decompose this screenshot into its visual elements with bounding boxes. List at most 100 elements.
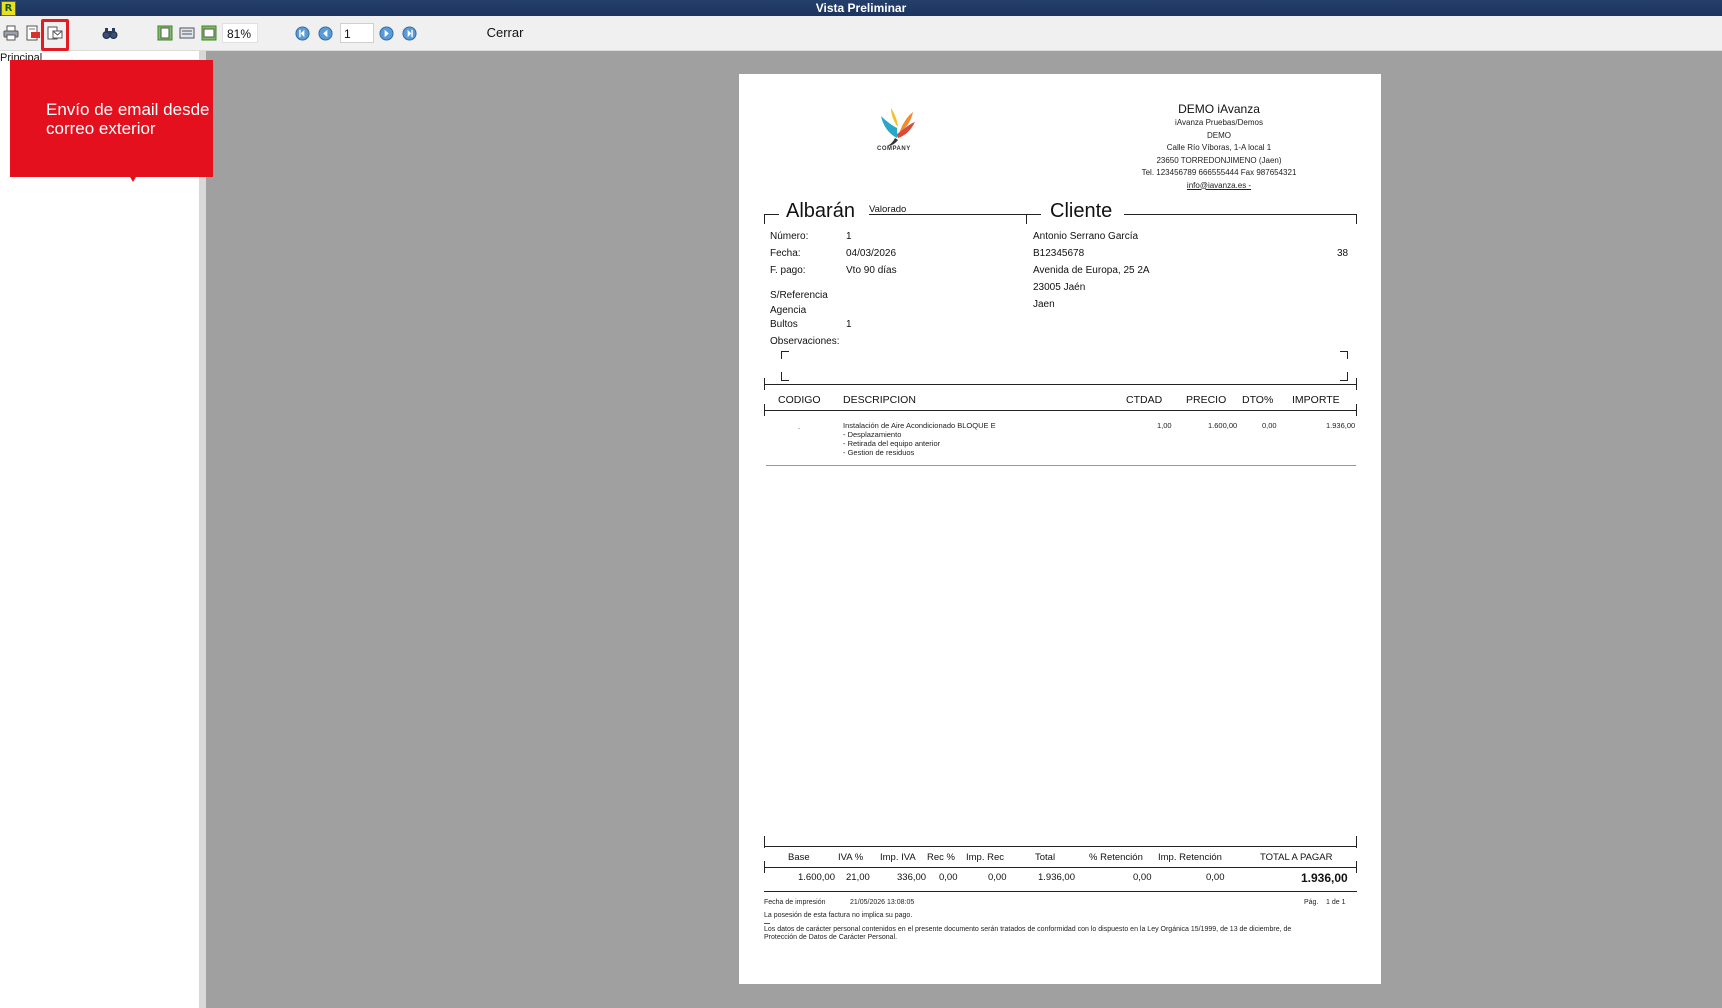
company-email[interactable]: info@iavanza.es - <box>1069 180 1369 193</box>
tot-imprec-header: Imp. Rec <box>966 852 1005 863</box>
last-page-icon[interactable] <box>401 24 417 42</box>
company-line-4: 23650 TORREDONJIMENO (Jaen) <box>1156 155 1282 165</box>
table-top-line <box>764 384 1357 385</box>
previous-page-icon[interactable] <box>317 24 333 42</box>
col-precio: PRECIO <box>1186 394 1227 406</box>
tot-iva-header: IVA % <box>838 852 864 863</box>
logo-text: COMPANY <box>877 146 911 152</box>
numero-value: 1 <box>846 231 852 242</box>
tot-total-header: Total <box>1035 852 1056 863</box>
obs-corner-bl <box>781 380 789 381</box>
tot-base-value: 1.600,00 <box>798 872 835 883</box>
row-separator <box>766 465 1356 466</box>
cliente-frame-corner <box>1026 214 1027 224</box>
row-desc-line-4: - Gestion de residuos <box>843 448 915 457</box>
document-page: COMPANY DEMO iAvanza iAvanza Pruebas/Dem… <box>739 74 1381 984</box>
row-codigo: . <box>798 422 801 431</box>
totals-header-left-tick <box>764 861 765 873</box>
obs-corner-tl <box>781 351 789 352</box>
zoom-field[interactable]: 81% <box>222 23 258 43</box>
table-header-right-tick <box>1356 404 1357 416</box>
print-date-label: Fecha de impresión <box>764 899 826 906</box>
company-block: DEMO iAvanza iAvanza Pruebas/Demos DEMO … <box>1069 102 1369 192</box>
page-width-icon[interactable] <box>200 24 218 42</box>
row-descripcion: Instalación de Aire Acondicionado BLOQUE… <box>843 421 996 457</box>
email-button-highlight <box>41 19 69 51</box>
tot-rec-header: Rec % <box>927 852 955 863</box>
cliente-address: Avenida de Europa, 25 2A <box>1033 265 1150 276</box>
footer-note-2a: Los datos de carácter personal contenido… <box>764 926 1292 933</box>
page-count: 1 de 1 <box>1326 899 1346 906</box>
tot-ret-value: 0,00 <box>1133 872 1152 883</box>
row-desc-line-2: - Desplazamiento <box>843 430 902 439</box>
close-button[interactable]: Cerrar <box>482 22 528 44</box>
tot-pagar-header: TOTAL A PAGAR <box>1260 852 1333 863</box>
totals-top-left-tick <box>764 836 765 848</box>
row-importe: 1.936,00 <box>1326 421 1356 430</box>
two-page-icon[interactable] <box>178 24 196 42</box>
totals-top-line <box>764 846 1357 847</box>
tot-impiva-value: 336,00 <box>897 872 927 883</box>
col-ctdad: CTDAD <box>1126 394 1163 406</box>
tot-iva-value: 21,00 <box>846 872 870 883</box>
totals-header-right-tick <box>1356 861 1357 873</box>
row-ctdad: 1,00 <box>1157 421 1172 430</box>
toolbar: 81% 1 Cerrar <box>0 16 1722 51</box>
export-icon[interactable] <box>24 24 42 42</box>
footer-note-1: La posesión de esta factura no implica s… <box>764 912 913 919</box>
obs-corner-bl-v <box>781 372 782 380</box>
company-line-2: DEMO <box>1207 130 1231 140</box>
print-icon[interactable] <box>2 24 20 42</box>
window-title: Vista Preliminar <box>815 1 907 15</box>
outline-panel: Principal <box>0 51 206 1008</box>
table-header-line <box>764 410 1357 411</box>
company-line-3: Calle Río Víboras, 1-A local 1 <box>1166 143 1272 152</box>
cliente-postal: 23005 Jaén <box>1033 282 1086 293</box>
obs-corner-tl-v <box>781 351 782 359</box>
single-page-icon[interactable] <box>156 24 174 42</box>
fecha-label: Fecha: <box>770 248 801 259</box>
col-importe: IMPORTE <box>1292 394 1340 406</box>
table-header-left-tick <box>764 404 765 416</box>
first-page-icon[interactable] <box>294 24 310 42</box>
cliente-name: Antonio Serrano García <box>1033 231 1139 242</box>
tot-impret-value: 0,00 <box>1206 872 1225 883</box>
company-logo: COMPANY <box>871 104 923 156</box>
observaciones-label: Observaciones: <box>770 336 840 347</box>
company-line-5: Tel. 123456789 666555444 Fax 987654321 <box>1141 168 1297 177</box>
tot-pagar-value: 1.936,00 <box>1301 871 1348 885</box>
row-precio: 1.600,00 <box>1208 421 1238 430</box>
company-name: DEMO iAvanza <box>1178 102 1260 116</box>
footer-note-dash <box>764 923 770 924</box>
obs-corner-br-v <box>1347 372 1348 380</box>
bultos-label: Bultos <box>770 319 798 330</box>
albaran-frame-left <box>764 214 779 215</box>
callout-pointer <box>130 177 136 182</box>
col-codigo: CODIGO <box>778 394 821 406</box>
fecha-value: 04/03/2026 <box>846 248 897 259</box>
fpago-label: F. pago: <box>770 265 806 276</box>
company-line-1: iAvanza Pruebas/Demos <box>1175 118 1263 127</box>
col-dto: DTO% <box>1242 394 1274 406</box>
obs-corner-tr-v <box>1347 351 1348 359</box>
cliente-frame-right-corner <box>1356 214 1357 224</box>
table-top-left-tick <box>764 378 765 390</box>
fpago-value: Vto 90 días <box>846 265 897 276</box>
col-descripcion: DESCRIPCION <box>843 394 916 406</box>
tot-base-header: Base <box>788 852 810 863</box>
cliente-title: Cliente <box>1050 200 1113 222</box>
table-top-right-tick <box>1356 378 1357 390</box>
find-icon[interactable] <box>101 24 119 42</box>
cliente-city: Jaen <box>1033 299 1055 310</box>
tot-imprec-value: 0,00 <box>988 872 1007 883</box>
tot-impiva-header: Imp. IVA <box>880 852 916 863</box>
title-bar: R Vista Preliminar <box>0 0 1722 16</box>
tot-total-value: 1.936,00 <box>1038 872 1075 883</box>
footer-note-2b: Protección de Datos de Carácter Personal… <box>764 934 898 941</box>
next-page-icon[interactable] <box>378 24 394 42</box>
cliente-frame-right <box>1124 214 1356 215</box>
cliente-nif: B12345678 <box>1033 248 1085 259</box>
print-date-value: 21/05/2026 13:08:05 <box>850 899 915 906</box>
page-number-input[interactable]: 1 <box>340 23 374 43</box>
cliente-code: 38 <box>1337 248 1349 259</box>
